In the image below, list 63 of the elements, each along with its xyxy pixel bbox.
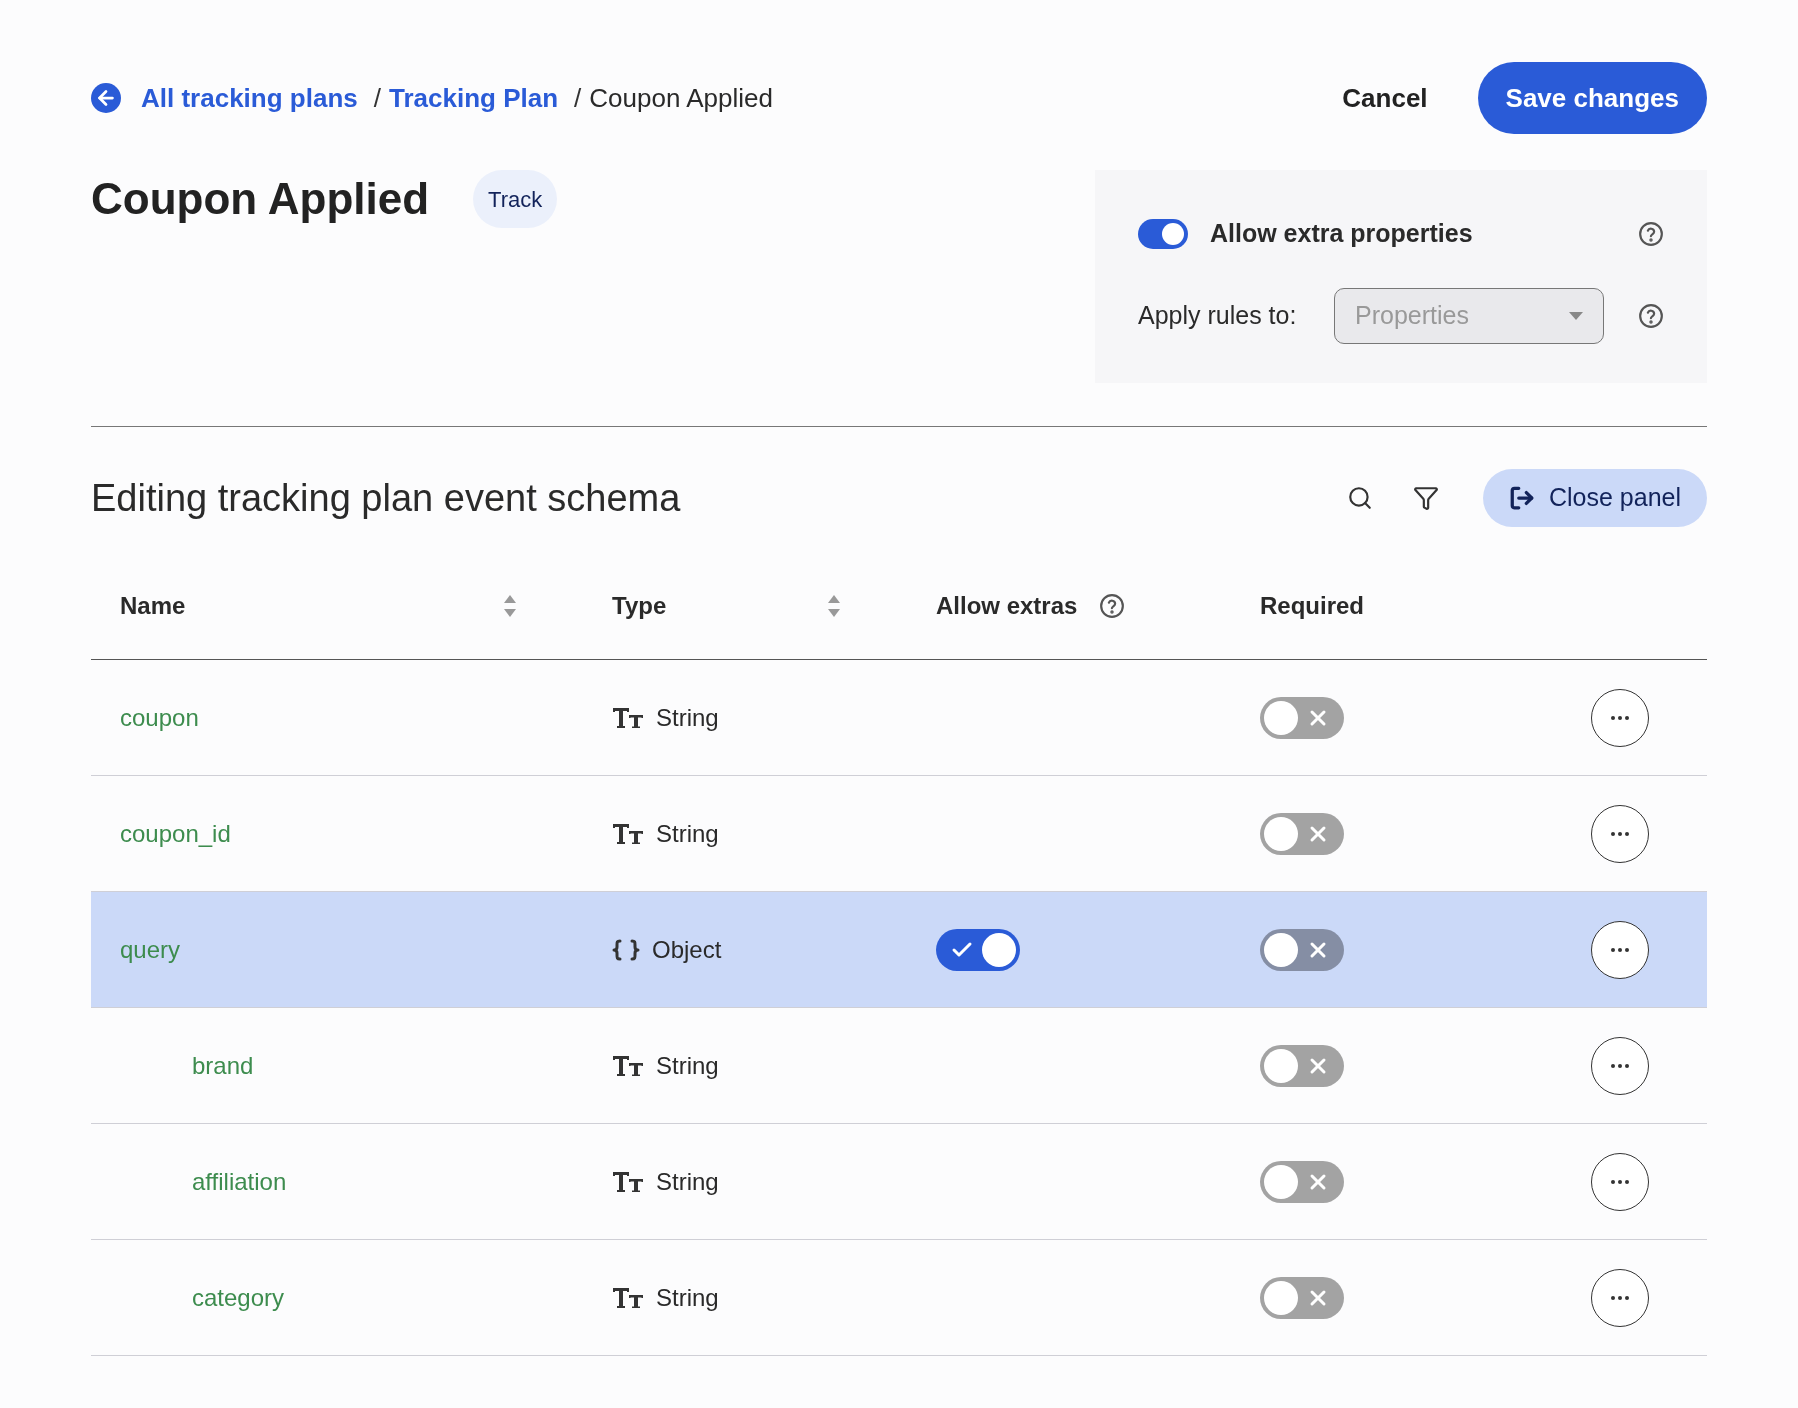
property-name[interactable]: brand (192, 1051, 254, 1079)
breadcrumb-link[interactable]: Tracking Plan (388, 78, 559, 118)
event-title: Coupon Applied (91, 173, 430, 225)
text-type-icon (612, 1169, 644, 1194)
column-header: Required (1260, 591, 1364, 621)
breadcrumb-separator: / (373, 81, 381, 115)
required-toggle[interactable] (1260, 1276, 1344, 1319)
type-label: String (656, 1282, 719, 1313)
table-row[interactable]: category String (91, 1240, 1707, 1356)
required-toggle[interactable] (1260, 696, 1344, 739)
type-label: String (656, 818, 719, 849)
property-name[interactable]: coupon (120, 703, 199, 731)
allow-extra-toggle[interactable] (1138, 218, 1188, 249)
text-type-icon (612, 705, 644, 730)
sort-icon[interactable] (827, 593, 841, 619)
required-toggle[interactable] (1260, 1044, 1344, 1087)
table-row[interactable]: coupon String (91, 660, 1707, 776)
dropdown-caret-icon (1569, 311, 1583, 320)
column-header: Name (120, 591, 186, 621)
required-toggle[interactable] (1260, 928, 1344, 971)
breadcrumb-link[interactable]: All tracking plans (141, 78, 358, 118)
property-name[interactable]: category (192, 1283, 285, 1311)
help-icon[interactable] (1099, 593, 1126, 619)
braces-icon (612, 938, 640, 961)
allow-extra-label: Allow extra properties (1210, 218, 1474, 249)
more-icon (1611, 1295, 1629, 1300)
sort-icon[interactable] (503, 593, 517, 619)
required-toggle[interactable] (1260, 1160, 1344, 1203)
type-label: String (656, 1050, 719, 1081)
more-icon (1611, 831, 1629, 836)
cancel-button[interactable]: Cancel (1342, 78, 1428, 118)
search-icon[interactable] (1346, 485, 1373, 511)
back-icon[interactable] (91, 83, 121, 113)
type-label: String (656, 1166, 719, 1197)
column-header: Type (612, 591, 667, 621)
text-type-icon (612, 1285, 644, 1310)
type-label: Object (652, 934, 722, 965)
filter-icon[interactable] (1412, 485, 1439, 511)
column-header: Allow extras (936, 591, 1078, 621)
help-icon[interactable] (1638, 220, 1664, 247)
table-row[interactable]: query Object (91, 892, 1707, 1008)
help-icon[interactable] (1638, 302, 1664, 329)
breadcrumb-separator: / (574, 81, 582, 115)
more-icon (1611, 947, 1629, 952)
more-icon (1611, 1179, 1629, 1184)
more-icon (1611, 715, 1629, 720)
breadcrumb-current: Coupon Applied (589, 81, 773, 115)
type-label: String (656, 702, 719, 733)
close-panel-button[interactable]: Close panel (1482, 469, 1707, 527)
save-button[interactable]: Save changes (1477, 62, 1707, 134)
exit-icon (1508, 485, 1535, 511)
required-toggle[interactable] (936, 928, 1020, 971)
property-name[interactable]: affiliation (192, 1167, 287, 1195)
more-icon (1611, 1063, 1629, 1068)
text-type-icon (612, 1053, 644, 1078)
table-row[interactable]: affiliation String (91, 1124, 1707, 1240)
event-type-badge: Track (473, 170, 558, 228)
property-name[interactable]: coupon_id (120, 819, 231, 847)
apply-rules-label: Apply rules to: (1138, 299, 1298, 331)
text-type-icon (612, 821, 644, 846)
table-row[interactable]: brand String (91, 1008, 1707, 1124)
schema-title: Editing tracking plan event schema (91, 475, 681, 521)
required-toggle[interactable] (1260, 812, 1344, 855)
